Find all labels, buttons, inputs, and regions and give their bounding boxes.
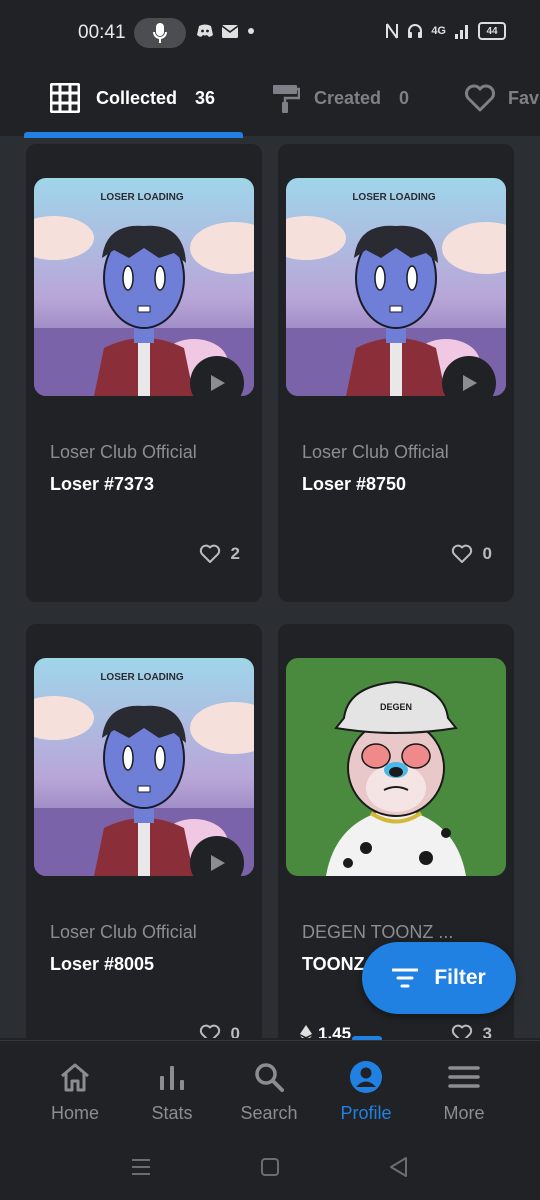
- discord-icon: [197, 24, 213, 37]
- nft-price: 1.45: [300, 1024, 351, 1038]
- tab-label: Collected: [96, 87, 178, 108]
- nft-name: Loser #8005: [50, 954, 155, 974]
- nav-stats[interactable]: Stats: [122, 1057, 222, 1124]
- collection-name: Loser Club Official: [50, 442, 197, 462]
- nft-card[interactable]: LOSER LOADING Loser Club Official Loser …: [26, 144, 262, 602]
- tab-count: 0: [399, 87, 410, 108]
- ethereum-icon: [300, 1025, 312, 1038]
- nft-name: Loser #8750: [302, 474, 407, 494]
- tab-label: Fav: [508, 87, 540, 108]
- tab-collected[interactable]: Collected 36: [50, 78, 215, 118]
- nav-label: Search: [240, 1103, 298, 1123]
- bottom-navigation: Home Stats Search Profile More: [0, 1040, 540, 1140]
- status-bar: 00:41 4G 44: [0, 0, 540, 62]
- nav-profile[interactable]: Profile: [316, 1057, 416, 1124]
- price-value: 1.45: [318, 1024, 352, 1038]
- collection-name: Loser Club Official: [302, 442, 449, 462]
- nav-label: Stats: [151, 1103, 193, 1123]
- nav-more[interactable]: More: [414, 1057, 514, 1124]
- heart-icon: [465, 84, 495, 112]
- nav-label: Home: [50, 1103, 99, 1123]
- nft-name: Loser #7373: [50, 474, 155, 494]
- like-count: 0: [482, 544, 492, 563]
- collection-name: Loser Club Official: [50, 922, 197, 942]
- profile-icon: [350, 1061, 382, 1093]
- like-count: 2: [230, 544, 240, 563]
- microphone-icon: [153, 23, 167, 43]
- home-button-icon[interactable]: [260, 1157, 280, 1177]
- like-button[interactable]: 3: [451, 1024, 492, 1038]
- dot-icon: [248, 28, 254, 34]
- filter-button[interactable]: Filter: [362, 942, 516, 1014]
- grid-icon: [50, 83, 80, 113]
- paint-roller-icon: [273, 85, 300, 113]
- mic-indicator: [134, 18, 186, 48]
- play-icon: [211, 375, 225, 391]
- play-button[interactable]: [442, 356, 496, 410]
- profile-tabs: Collected 36 Created 0 Fav: [0, 62, 540, 138]
- home-icon: [61, 1063, 89, 1092]
- nft-card[interactable]: LOSER LOADING Loser Club Official Loser …: [278, 144, 514, 602]
- status-time: 00:41: [78, 22, 126, 43]
- artwork-hat-text: DEGEN: [380, 702, 412, 712]
- nfc-icon: [386, 23, 399, 39]
- play-button[interactable]: [190, 836, 244, 890]
- heart-icon: [451, 1024, 472, 1038]
- like-button[interactable]: 0: [199, 1024, 240, 1038]
- nft-name: TOONZ: [302, 954, 365, 974]
- battery-level: 44: [486, 25, 498, 37]
- nav-label: Profile: [340, 1103, 392, 1123]
- heart-icon: [199, 1024, 220, 1038]
- tab-created[interactable]: Created 0: [272, 78, 409, 118]
- nft-grid: LOSER LOADING Loser Club Official Loser …: [0, 138, 540, 1038]
- search-icon: [255, 1063, 284, 1092]
- artwork-logo-text: LOSER LOADING: [352, 192, 436, 203]
- artwork-logo-text: LOSER LOADING: [100, 672, 184, 683]
- nft-image: DEGEN: [286, 658, 506, 876]
- nav-search[interactable]: Search: [219, 1057, 319, 1124]
- mail-icon: [222, 24, 238, 38]
- tab-label: Created: [314, 87, 382, 108]
- menu-icon: [448, 1066, 480, 1088]
- filter-icon: [392, 968, 419, 988]
- like-button[interactable]: 2: [199, 544, 240, 564]
- nav-home[interactable]: Home: [25, 1057, 125, 1124]
- play-icon: [463, 375, 477, 391]
- nav-label: More: [443, 1103, 485, 1123]
- play-icon: [211, 855, 225, 871]
- filter-label: Filter: [434, 966, 486, 989]
- nft-card[interactable]: LOSER LOADING Loser Club Official Loser …: [26, 624, 262, 1038]
- heart-icon: [199, 544, 220, 563]
- collection-name: DEGEN TOONZ ...: [302, 922, 454, 942]
- stats-icon: [160, 1066, 184, 1090]
- tab-count: 36: [195, 87, 216, 108]
- system-navigation: [0, 1140, 540, 1200]
- headphones-icon: [408, 24, 423, 38]
- battery-icon: 44: [478, 22, 506, 40]
- tab-favorited[interactable]: Fav: [464, 78, 539, 118]
- recent-apps-icon[interactable]: [130, 1158, 152, 1176]
- back-icon[interactable]: [388, 1156, 408, 1178]
- heart-icon: [451, 544, 472, 563]
- like-button[interactable]: 0: [451, 544, 492, 564]
- like-count: 0: [230, 1024, 240, 1038]
- play-button[interactable]: [190, 356, 244, 410]
- artwork-logo-text: LOSER LOADING: [100, 192, 184, 203]
- network-indicator: 4G: [431, 25, 446, 37]
- signal-icon: [455, 25, 468, 39]
- like-count: 3: [482, 1024, 492, 1038]
